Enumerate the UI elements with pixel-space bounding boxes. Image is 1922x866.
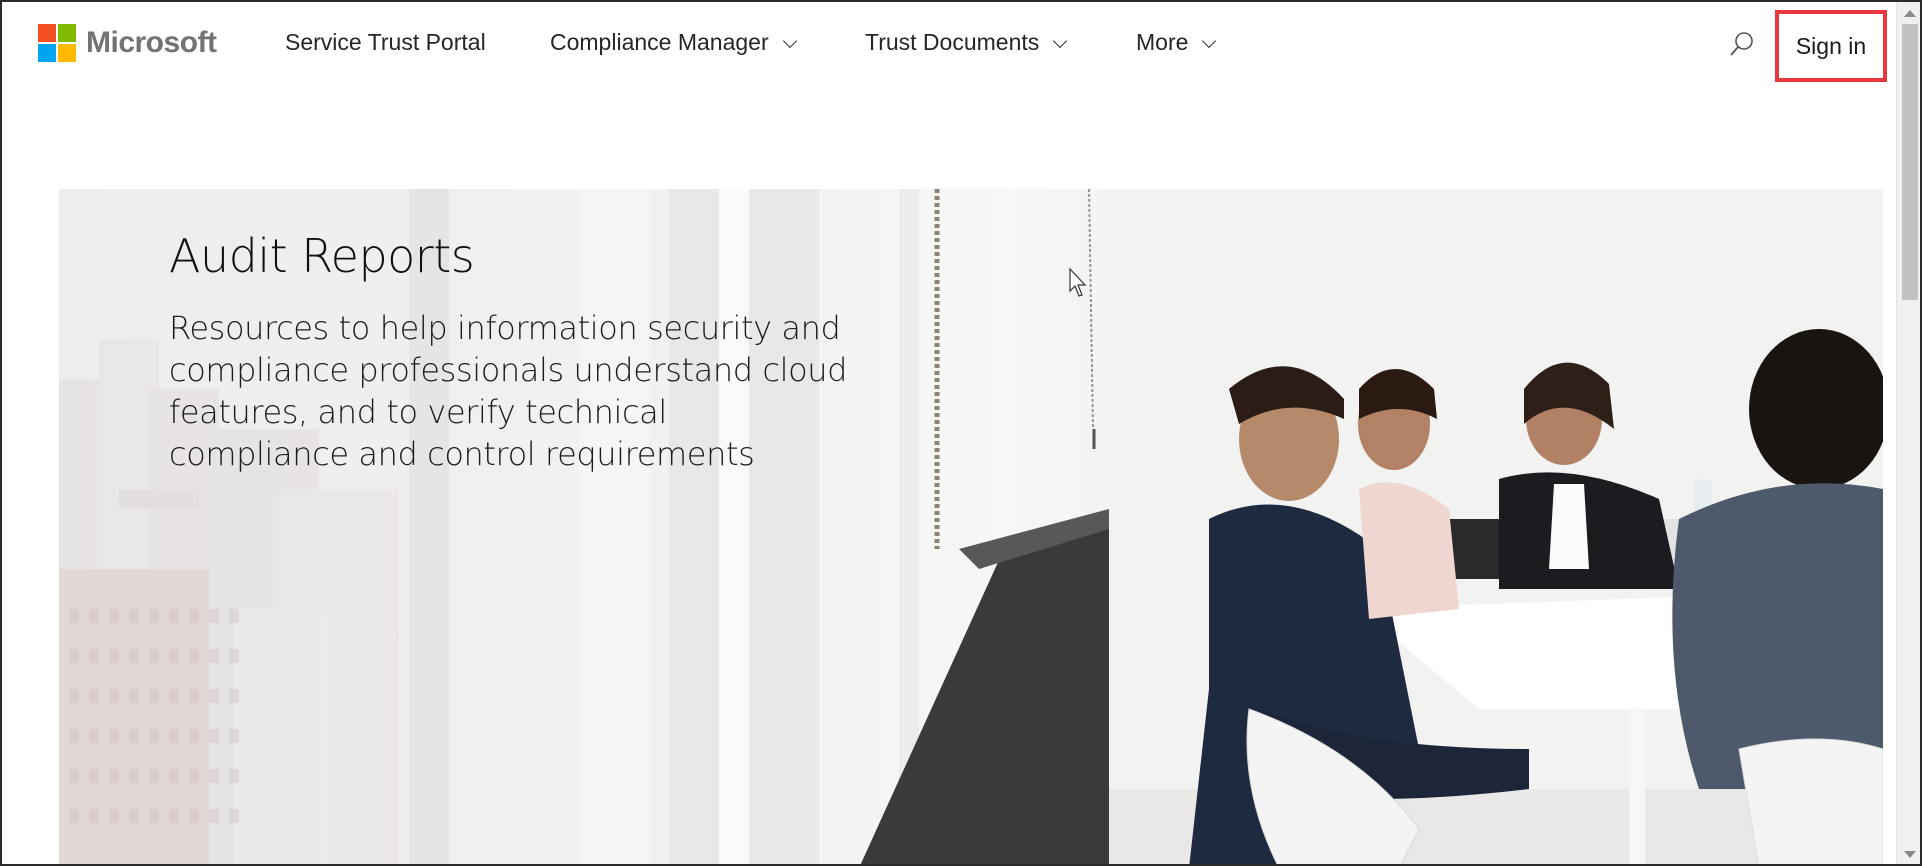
microsoft-logo-icon [38,24,76,62]
page-title: Audit Reports [169,229,475,283]
hero-banner: Audit Reports Resources to help informat… [59,189,1883,864]
scroll-down-arrow-icon[interactable] [1904,851,1916,858]
brand-name: Microsoft [86,26,217,59]
hero-content: Audit Reports Resources to help informat… [169,229,849,475]
vertical-scrollbar[interactable] [1896,2,1920,864]
nav-label: Compliance Manager [550,29,769,55]
nav-label: Service Trust Portal [285,29,486,55]
sign-in-highlight: Sign in [1775,10,1887,82]
scrollbar-thumb[interactable] [1902,24,1918,300]
nav-compliance-manager[interactable]: Compliance Manager [550,29,797,56]
site-header: Microsoft Service Trust Portal Complianc… [2,2,1892,88]
nav-trust-documents[interactable]: Trust Documents [865,29,1068,56]
nav-label: More [1136,29,1189,55]
browser-viewport: Microsoft Service Trust Portal Complianc… [0,0,1922,866]
mouse-cursor-icon [1069,267,1087,297]
chevron-down-icon [782,33,797,48]
nav-label: Trust Documents [865,29,1040,55]
hero-description: Resources to help information security a… [169,309,848,473]
chevron-down-icon [1202,33,1217,48]
search-icon[interactable] [1728,30,1756,58]
scroll-up-arrow-icon[interactable] [1904,10,1916,17]
nav-service-trust-portal[interactable]: Service Trust Portal [285,29,486,56]
sign-in-link[interactable]: Sign in [1796,33,1866,60]
microsoft-logo[interactable]: Microsoft [38,24,217,62]
nav-more[interactable]: More [1136,29,1217,56]
chevron-down-icon [1053,33,1068,48]
